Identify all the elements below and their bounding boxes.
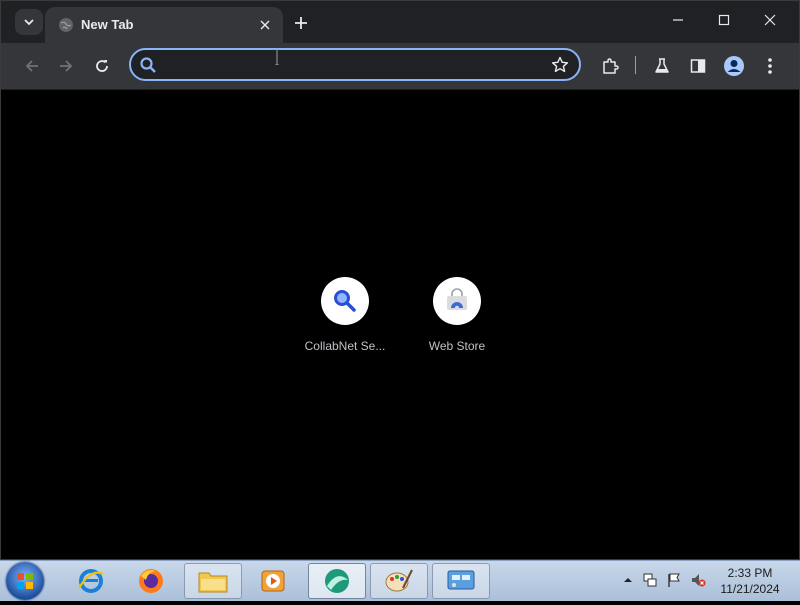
browser-window: New Tab CollabNet Se... Web Store xyxy=(0,0,800,560)
close-icon xyxy=(764,14,776,26)
toolbar xyxy=(1,43,799,90)
media-player-icon xyxy=(261,570,285,592)
taskbar-firefox[interactable] xyxy=(122,563,180,599)
clock-date: 11/21/2024 xyxy=(720,582,780,596)
taskbar-media-player[interactable] xyxy=(244,563,302,599)
firefox-icon xyxy=(139,569,163,593)
forward-button[interactable] xyxy=(53,53,79,79)
back-button[interactable] xyxy=(19,53,45,79)
show-hidden-icon xyxy=(624,578,632,582)
shortcut-tile[interactable]: Web Store xyxy=(409,277,505,353)
toolbar-divider xyxy=(635,56,636,74)
tab-new-tab[interactable]: New Tab xyxy=(45,7,283,43)
more-menu-button[interactable] xyxy=(757,53,783,79)
network-icon xyxy=(643,573,657,587)
taskbar: 2:33 PM 11/21/2024 xyxy=(0,560,800,601)
volume-tray-button[interactable] xyxy=(690,572,706,588)
reload-button[interactable] xyxy=(89,53,115,79)
profile-button[interactable] xyxy=(721,53,747,79)
shortcut-label: Web Store xyxy=(428,339,486,353)
web-store-icon xyxy=(447,288,467,311)
taskbar-internet-explorer[interactable] xyxy=(62,563,120,599)
search-icon xyxy=(140,57,156,73)
tab-title: New Tab xyxy=(81,17,134,32)
clock-time: 2:33 PM xyxy=(727,566,773,580)
arrow-left-icon xyxy=(25,60,38,72)
tab-close-button[interactable] xyxy=(255,15,275,35)
star-icon[interactable] xyxy=(551,56,569,74)
volume-muted-icon xyxy=(692,574,706,587)
more-icon xyxy=(768,58,772,74)
taskbar-active-app[interactable] xyxy=(308,563,366,599)
action-center-tray-button[interactable] xyxy=(666,572,682,588)
labs-icon xyxy=(655,58,669,73)
reload-icon xyxy=(96,60,108,72)
shortcut-tile[interactable]: CollabNet Se... xyxy=(297,277,393,353)
clock[interactable]: 2:33 PM 11/21/2024 xyxy=(712,565,788,597)
maximize-button[interactable] xyxy=(701,1,747,39)
show-hidden-icons-button[interactable] xyxy=(620,572,636,588)
maximize-icon xyxy=(718,14,730,26)
close-icon xyxy=(260,20,270,30)
text-cursor-icon xyxy=(275,49,279,65)
taskbar-file-explorer[interactable] xyxy=(184,563,242,599)
control-panel-icon xyxy=(447,570,475,590)
windows-logo-icon xyxy=(17,573,33,589)
shortcut-icon-circle xyxy=(321,277,369,325)
plus-icon xyxy=(295,17,307,29)
labs-button[interactable] xyxy=(649,53,675,79)
address-input[interactable] xyxy=(163,55,547,77)
omnibox[interactable] xyxy=(129,48,581,81)
chevron-down-icon xyxy=(24,19,34,26)
magnifier-icon xyxy=(334,290,356,312)
title-bar: New Tab xyxy=(1,1,799,43)
internet-explorer-icon xyxy=(78,569,104,593)
side-panel-icon xyxy=(690,59,706,73)
extensions-button[interactable] xyxy=(597,53,623,79)
close-window-button[interactable] xyxy=(747,1,793,39)
flag-icon xyxy=(668,573,680,587)
profile-icon xyxy=(724,56,744,76)
new-tab-button[interactable] xyxy=(289,11,313,35)
tab-search-button[interactable] xyxy=(15,9,43,35)
app-icon xyxy=(325,569,349,593)
minimize-icon xyxy=(673,19,683,21)
side-panel-button[interactable] xyxy=(685,53,711,79)
start-button[interactable] xyxy=(6,562,44,600)
network-tray-button[interactable] xyxy=(642,572,658,588)
file-explorer-icon xyxy=(198,572,228,593)
shortcut-icon-circle xyxy=(433,277,481,325)
paint-icon xyxy=(385,569,413,592)
taskbar-paint[interactable] xyxy=(370,563,428,599)
minimize-button[interactable] xyxy=(655,1,701,39)
globe-icon xyxy=(59,18,73,32)
shortcut-label: CollabNet Se... xyxy=(304,339,386,353)
extensions-icon xyxy=(603,58,619,74)
arrow-right-icon xyxy=(60,60,73,72)
taskbar-control-panel[interactable] xyxy=(432,563,490,599)
